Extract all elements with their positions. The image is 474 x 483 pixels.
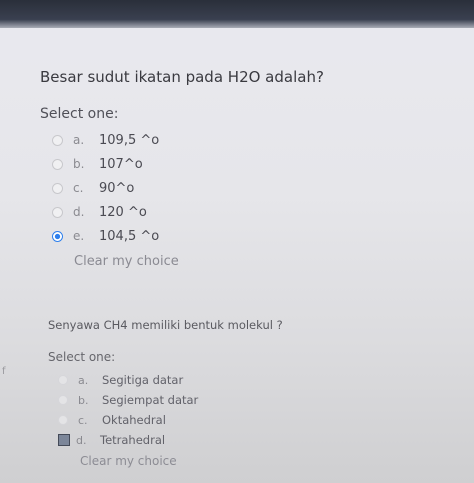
option-b[interactable]: b. Segiempat datar: [58, 390, 283, 410]
option-text: 109,5 ^o: [99, 132, 160, 148]
option-letter: d.: [73, 205, 85, 219]
selected-marker-icon[interactable]: [58, 434, 70, 446]
question-1-text: Besar sudut ikatan pada H2O adalah?: [40, 68, 324, 86]
option-text: 104,5 ^o: [99, 228, 160, 244]
question-2: Senyawa CH4 memiliki bentuk molekul ? Se…: [48, 318, 283, 468]
option-b[interactable]: b. 107^o: [52, 152, 324, 176]
question-2-options: a. Segitiga datar b. Segiempat datar c. …: [48, 370, 283, 450]
clear-choice-link[interactable]: Clear my choice: [80, 454, 283, 468]
option-text: Oktahedral: [102, 413, 166, 427]
browser-top-bar: [0, 0, 474, 28]
option-letter: d.: [76, 433, 87, 447]
select-one-label: Select one:: [40, 106, 119, 122]
option-a[interactable]: a. Segitiga datar: [58, 370, 283, 390]
option-text: Segiempat datar: [102, 393, 199, 407]
option-letter: b.: [73, 157, 85, 171]
question-2-text: Senyawa CH4 memiliki bentuk molekul ?: [48, 318, 283, 332]
question-1-options: a. 109,5 ^o b. 107^o c. 90^o d. 120 ^o e…: [40, 128, 324, 248]
option-d[interactable]: d. Tetrahedral: [58, 430, 283, 450]
option-text: Tetrahedral: [100, 433, 166, 447]
radio-button[interactable]: [52, 182, 63, 194]
radio-button[interactable]: [58, 395, 68, 405]
radio-button[interactable]: [58, 375, 68, 385]
option-d[interactable]: d. 120 ^o: [52, 200, 324, 224]
radio-button[interactable]: [52, 158, 63, 170]
option-text: 90^o: [99, 180, 135, 196]
option-letter: a.: [73, 133, 85, 147]
option-a[interactable]: a. 109,5 ^o: [52, 128, 324, 152]
radio-button[interactable]: [58, 415, 68, 425]
option-letter: c.: [73, 181, 84, 195]
option-letter: e.: [73, 229, 85, 243]
clear-choice-link[interactable]: Clear my choice: [74, 254, 324, 269]
option-c[interactable]: c. Oktahedral: [58, 410, 283, 430]
option-letter: b.: [78, 393, 89, 407]
option-text: 120 ^o: [99, 204, 147, 220]
question-1: Besar sudut ikatan pada H2O adalah? Sele…: [40, 68, 324, 269]
radio-button[interactable]: [52, 206, 63, 218]
option-c[interactable]: c. 90^o: [52, 176, 324, 200]
radio-button[interactable]: [52, 134, 63, 146]
option-letter: a.: [78, 373, 89, 387]
option-letter: c.: [78, 413, 88, 427]
select-one-label: Select one:: [48, 350, 116, 364]
option-e[interactable]: e. 104,5 ^o: [52, 224, 324, 248]
radio-button-selected[interactable]: [52, 230, 63, 242]
option-text: Segitiga datar: [102, 373, 184, 387]
quiz-page: Besar sudut ikatan pada H2O adalah? Sele…: [0, 28, 474, 483]
option-text: 107^o: [99, 156, 143, 172]
